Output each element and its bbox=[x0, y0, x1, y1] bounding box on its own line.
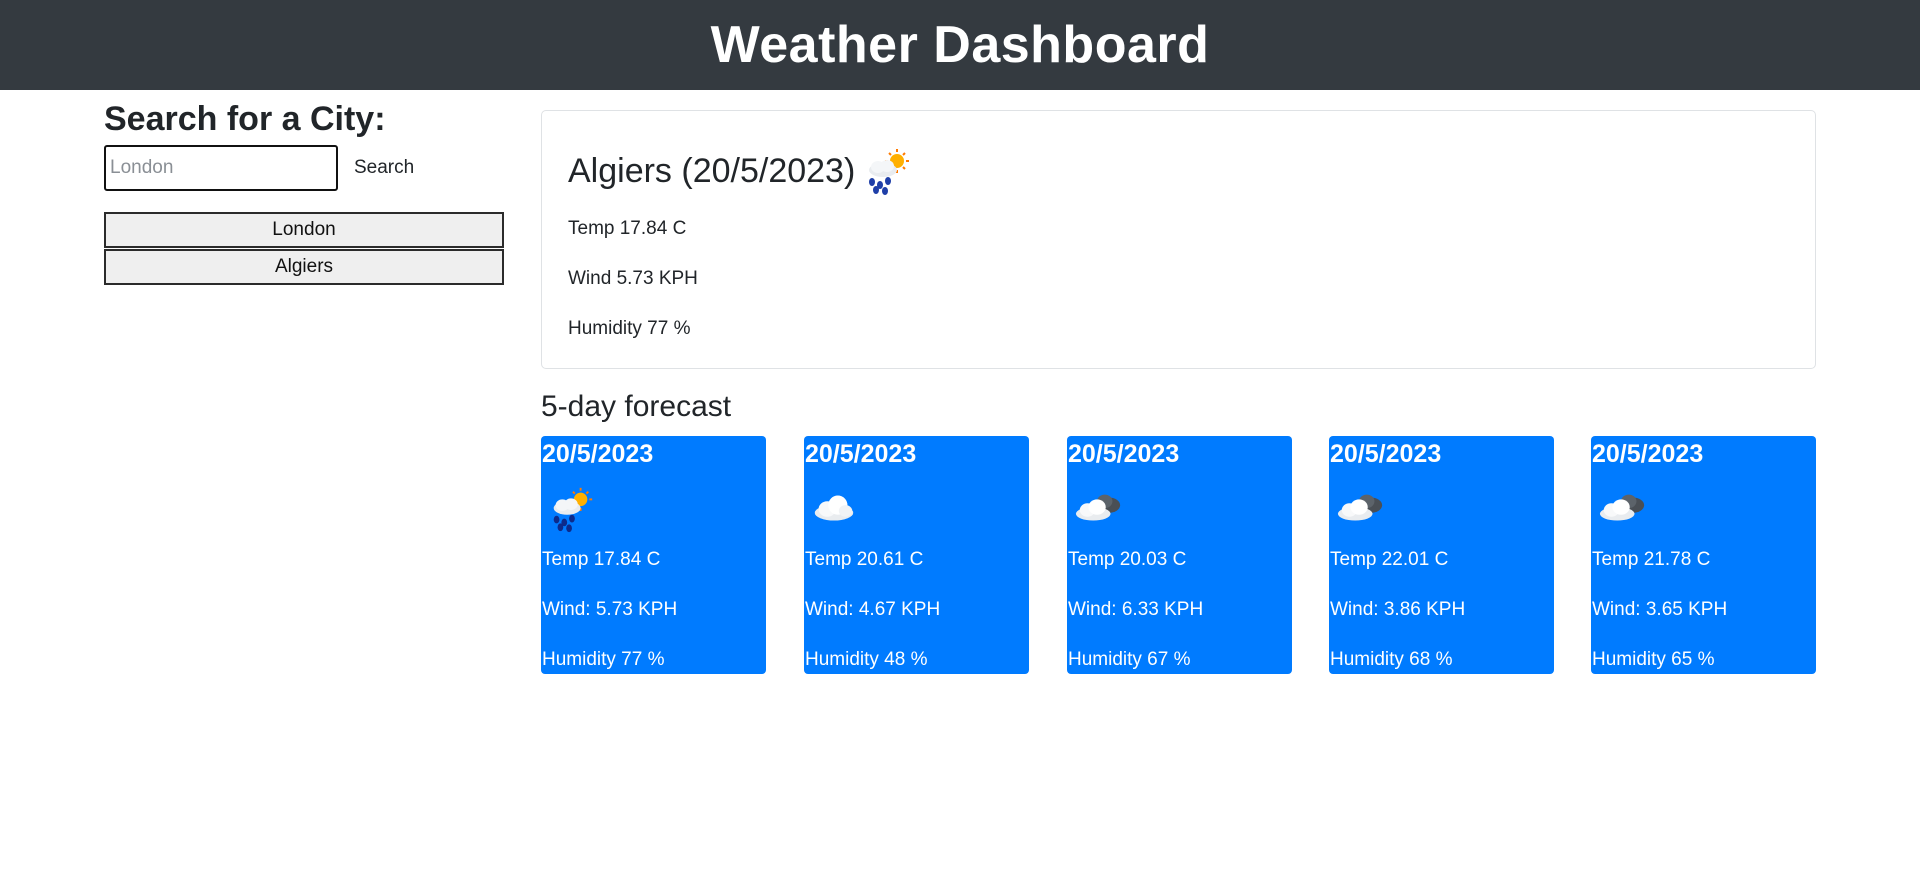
search-panel: Search for a City: Search London Algiers bbox=[104, 96, 504, 286]
app-header: Weather Dashboard bbox=[0, 0, 1920, 90]
forecast-wind: Wind: 6.33 KPH bbox=[1068, 599, 1204, 620]
forecast-wind: Wind: 3.86 KPH bbox=[1330, 599, 1466, 620]
forecast-wind: Wind: 5.73 KPH bbox=[542, 599, 678, 620]
forecast-date: 20/5/2023 bbox=[542, 440, 654, 468]
page-title: Weather Dashboard bbox=[710, 16, 1210, 74]
forecast-humidity: Humidity 65 % bbox=[1592, 649, 1715, 670]
forecast-temp: Temp 20.61 C bbox=[805, 549, 924, 570]
forecast-date: 20/5/2023 bbox=[1068, 440, 1180, 468]
search-row: Search bbox=[104, 144, 504, 192]
forecast-humidity: Humidity 77 % bbox=[542, 649, 665, 670]
forecast-card: 20/5/2023 Temp 22.01 C Wind: 3.86 KPH Hu… bbox=[1329, 436, 1554, 674]
forecast-temp: Temp 22.01 C bbox=[1330, 549, 1449, 570]
forecast-card: 20/5/2023 Temp 20.61 C Wind: 4.67 KPH Hu… bbox=[804, 436, 1029, 674]
current-city-date: Algiers (20/5/2023) bbox=[568, 151, 856, 190]
forecast-date: 20/5/2023 bbox=[1330, 440, 1442, 468]
forecast-humidity: Humidity 67 % bbox=[1068, 649, 1191, 670]
dark-cloud-icon bbox=[1595, 484, 1651, 534]
forecast-card: 20/5/2023 Temp 17.84 C Wind: 5.73 KPH Hu… bbox=[541, 436, 766, 674]
forecast-heading: 5-day forecast bbox=[541, 390, 732, 423]
forecast-card: 20/5/2023 Temp 20.03 C Wind: 6.33 KPH Hu… bbox=[1067, 436, 1292, 674]
history-button-london[interactable]: London bbox=[104, 212, 504, 248]
forecast-temp: Temp 20.03 C bbox=[1068, 549, 1187, 570]
forecast-wind: Wind: 3.65 KPH bbox=[1592, 599, 1728, 620]
forecast-humidity: Humidity 48 % bbox=[805, 649, 928, 670]
city-search-input[interactable] bbox=[104, 145, 338, 191]
forecast-date: 20/5/2023 bbox=[1592, 440, 1704, 468]
forecast-humidity: Humidity 68 % bbox=[1330, 649, 1453, 670]
history-button-algiers[interactable]: Algiers bbox=[104, 249, 504, 285]
current-humidity: Humidity 77 % bbox=[568, 318, 691, 339]
current-temp: Temp 17.84 C bbox=[568, 218, 687, 239]
forecast-card: 20/5/2023 Temp 21.78 C Wind: 3.65 KPH Hu… bbox=[1591, 436, 1816, 674]
current-title-row: Algiers (20/5/2023) bbox=[568, 145, 913, 197]
forecast-temp: Temp 17.84 C bbox=[542, 549, 661, 570]
forecast-date: 20/5/2023 bbox=[805, 440, 917, 468]
cloud-icon bbox=[808, 484, 860, 534]
forecast-wind: Wind: 4.67 KPH bbox=[805, 599, 941, 620]
dark-cloud-icon bbox=[1333, 484, 1389, 534]
rain-sun-icon bbox=[545, 484, 597, 534]
forecast-temp: Temp 21.78 C bbox=[1592, 549, 1711, 570]
rain-sun-icon bbox=[861, 145, 913, 197]
search-history: London Algiers bbox=[104, 212, 504, 285]
dark-cloud-icon bbox=[1071, 484, 1127, 534]
current-weather-card: Algiers (20/5/2023) Temp 17.84 C Wind 5.… bbox=[541, 110, 1816, 369]
search-button[interactable]: Search bbox=[344, 145, 424, 191]
search-heading: Search for a City: bbox=[104, 100, 386, 138]
current-wind: Wind 5.73 KPH bbox=[568, 268, 698, 289]
